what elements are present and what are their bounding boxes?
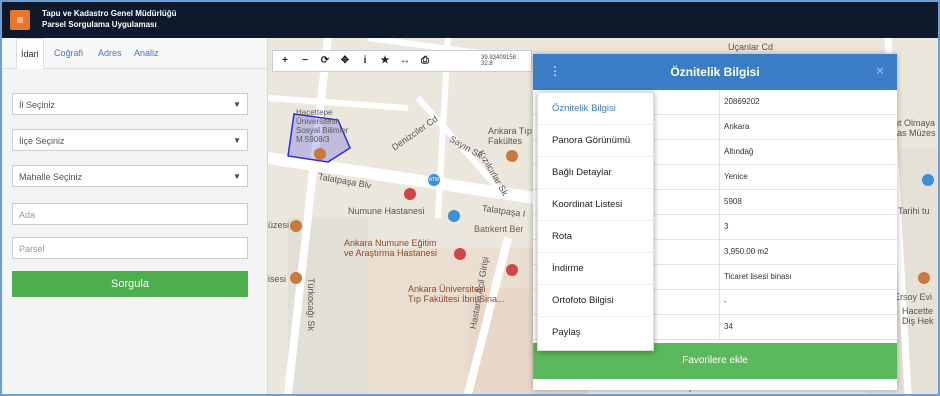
tab-adres[interactable]: Adres: [94, 38, 126, 68]
tab-idari[interactable]: İdari: [16, 38, 44, 70]
map-label-muzesi: üzesi: [268, 220, 290, 230]
poi-right-bus-icon[interactable]: [922, 174, 934, 186]
poi-hospital-h-icon[interactable]: [454, 248, 466, 260]
app-title-line2: Parsel Sorgulama Uygulaması: [42, 20, 157, 29]
poi-right-place-icon[interactable]: [918, 272, 930, 284]
search-form: İl Seçiniz ▼ İlçe Seçiniz ▼ Mahalle Seçi…: [2, 69, 267, 394]
chevron-down-icon: ▼: [233, 100, 241, 109]
attr-value: 3,950.00 m2: [719, 240, 896, 264]
parsel-input[interactable]: Parsel: [12, 237, 248, 259]
map-label-turkocagi: Türkocağı Sk: [306, 278, 316, 332]
tab-analiz[interactable]: Analiz: [130, 38, 163, 68]
menu-item-indirme[interactable]: İndirme: [538, 253, 653, 285]
app-frame: ≡ Tapu ve Kadastro Genel Müdürlüğü Parse…: [0, 0, 940, 396]
map-label-ankara-uni: Ankara Üniversitesi Tıp Fakültesi İbni S…: [408, 284, 505, 304]
app-title: Tapu ve Kadastro Genel Müdürlüğü Parsel …: [42, 8, 177, 30]
map-label-ucanlar: Uçanlar Cd: [728, 42, 774, 52]
menu-item-ortofoto[interactable]: Ortofoto Bilgisi: [538, 285, 653, 317]
map-label-right1: ut Olmaya ras Müzes: [894, 118, 936, 138]
attr-value: 3: [719, 215, 896, 239]
map-label-egitim: Ankara Numune Eğitim ve Araştırma Hastan…: [344, 238, 438, 258]
hamburger-icon[interactable]: ≡: [10, 10, 30, 30]
menu-item-paylas[interactable]: Paylaş: [538, 317, 653, 349]
map-label-ankara-tip: Ankara Tıp Fakültes: [488, 126, 532, 146]
star-icon[interactable]: ★: [377, 53, 393, 69]
menu-item-koordinat[interactable]: Koordinat Listesi: [538, 189, 653, 221]
tab-cografi[interactable]: Coğrafi: [50, 38, 87, 68]
attr-value: -: [719, 290, 896, 314]
map-label-hacettepe: Hacettepe Üniversitesi Sosyal Bilimler M…: [296, 108, 349, 144]
pan-icon[interactable]: ✥: [337, 53, 353, 69]
poi-bus-icon[interactable]: [448, 210, 460, 222]
attr-value: 20869202: [719, 90, 896, 114]
poi-hospital-icon[interactable]: [404, 188, 416, 200]
print-icon[interactable]: ⎙: [417, 53, 433, 69]
sorgula-button[interactable]: Sorgula: [12, 271, 248, 297]
poi-faculty-icon[interactable]: [506, 150, 518, 162]
chevron-down-icon: ▼: [233, 136, 241, 145]
ilce-select[interactable]: İlçe Seçiniz ▼: [12, 129, 248, 151]
attr-value: 34: [719, 315, 896, 339]
refresh-icon[interactable]: ⟳: [317, 53, 333, 69]
poi-school-icon[interactable]: [314, 148, 326, 160]
modal-dropdown-menu: Öznitelik Bilgisi Panora Görünümü Bağlı …: [537, 92, 654, 351]
app-title-line1: Tapu ve Kadastro Genel Müdürlüğü: [42, 9, 177, 18]
mahalle-select-value: Mahalle Seçiniz: [19, 172, 83, 182]
menu-item-panorama[interactable]: Panora Görünümü: [538, 125, 653, 157]
poi-hospital-h2-icon[interactable]: [506, 264, 518, 276]
il-select-value: İl Seçiniz: [19, 100, 56, 110]
map-label-right3: Ersoy Evi: [894, 292, 933, 302]
atm-icon[interactable]: ATM: [428, 174, 440, 186]
coordinate-readout: 39.93409158 : 32.8: [481, 55, 520, 67]
menu-item-rota[interactable]: Rota: [538, 221, 653, 253]
map-label-isesi: isesi: [268, 274, 287, 284]
menu-item-bagli-detaylar[interactable]: Bağlı Detaylar: [538, 157, 653, 189]
attr-value: Altındağ: [719, 140, 896, 164]
info-icon[interactable]: i: [357, 53, 373, 69]
il-select[interactable]: İl Seçiniz ▼: [12, 93, 248, 115]
ilce-select-value: İlçe Seçiniz: [19, 136, 65, 146]
poi-museum-icon[interactable]: [290, 220, 302, 232]
map-label-right4: Hacette Diş Hek: [902, 306, 934, 326]
menu-item-oznitelik[interactable]: Öznitelik Bilgisi: [538, 93, 653, 125]
close-icon[interactable]: ✕: [875, 64, 885, 78]
map-label-right2: Tarihi tu: [898, 206, 930, 216]
chevron-down-icon: ▼: [233, 172, 241, 181]
map-label-numune: Numune Hastanesi: [348, 206, 425, 216]
modal-title: Öznitelik Bilgisi: [670, 65, 760, 79]
top-bar: ≡ Tapu ve Kadastro Genel Müdürlüğü Parse…: [2, 2, 938, 38]
poi-place-icon[interactable]: [290, 272, 302, 284]
attr-value: Ticaret lisesi binası: [719, 265, 896, 289]
mahalle-select[interactable]: Mahalle Seçiniz ▼: [12, 165, 248, 187]
attr-value: Ankara: [719, 115, 896, 139]
search-tabs: İdari Coğrafi Adres Analiz: [2, 38, 267, 70]
attr-value: Yenice: [719, 165, 896, 189]
map-label-batikent: Batıkent Ber: [474, 224, 524, 234]
measure-icon[interactable]: ↔: [397, 53, 413, 69]
zoom-in-icon[interactable]: +: [277, 53, 293, 69]
zoom-out-icon[interactable]: −: [297, 53, 313, 69]
left-panel: İdari Coğrafi Adres Analiz İl Seçiniz ▼ …: [2, 38, 268, 394]
map-toolbar: + − ⟳ ✥ i ★ ↔ ⎙ 39.93409158 : 32.8: [272, 50, 532, 72]
modal-header: ⋮ Öznitelik Bilgisi ✕: [533, 54, 897, 90]
ada-input[interactable]: Ada: [12, 203, 248, 225]
attr-value: 5908: [719, 190, 896, 214]
